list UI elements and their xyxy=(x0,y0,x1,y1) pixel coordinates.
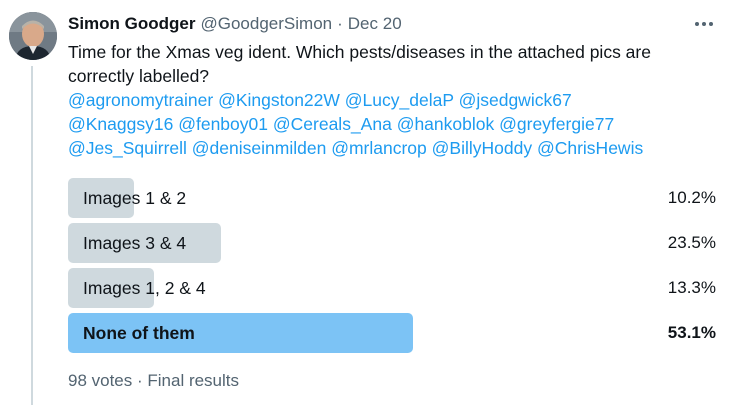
poll-option-label: Images 3 & 4 xyxy=(83,233,187,253)
mention-link[interactable]: @agronomytrainer xyxy=(68,90,213,110)
mention-link[interactable]: @Cereals_Ana xyxy=(273,114,392,134)
poll-option-percent: 23.5% xyxy=(667,233,716,252)
thread-line xyxy=(31,66,33,405)
poll-option-percent: 10.2% xyxy=(667,188,716,207)
mention-link[interactable]: @BillyHoddy xyxy=(432,138,532,158)
poll-option-percent: 53.1% xyxy=(667,323,716,342)
mention-link[interactable]: @hankoblok xyxy=(397,114,495,134)
tweet-header: Simon Goodger @GoodgerSimon · Dec 20 xyxy=(68,13,402,35)
mention-link[interactable]: @Kingston22W xyxy=(218,90,340,110)
poll-option-label: Images 1 & 2 xyxy=(83,188,187,208)
mention-line: @agronomytrainer @Kingston22W @Lucy_dela… xyxy=(68,88,718,112)
mention-link[interactable]: @Lucy_delaP xyxy=(345,90,454,110)
tweet-date[interactable]: Dec 20 xyxy=(348,14,402,34)
poll-option-winner[interactable]: None of them 53.1% xyxy=(68,313,718,353)
mention-link[interactable]: @jsedgwick67 xyxy=(459,90,572,110)
mention-link[interactable]: @Jes_Squirrell xyxy=(68,138,187,158)
author-handle[interactable]: @GoodgerSimon xyxy=(201,14,333,34)
poll-option[interactable]: Images 3 & 4 23.5% xyxy=(68,223,718,263)
mention-link[interactable]: @ChrisHewis xyxy=(537,138,643,158)
poll-footer: 98 votes · Final results xyxy=(68,371,240,390)
avatar-photo xyxy=(9,12,57,60)
poll: Images 1 & 2 10.2% Images 3 & 4 23.5% Im… xyxy=(68,178,718,358)
avatar[interactable] xyxy=(9,12,57,60)
mention-line: @Jes_Squirrell @deniseinmilden @mrlancro… xyxy=(68,136,718,160)
header-separator: · xyxy=(337,14,343,33)
mention-line: @Knaggsy16 @fenboy01 @Cereals_Ana @hanko… xyxy=(68,112,718,136)
tweet-text-line: correctly labelled? xyxy=(68,66,210,86)
more-options-button[interactable] xyxy=(690,12,718,36)
mention-link[interactable]: @Knaggsy16 xyxy=(68,114,173,134)
poll-option-label: None of them xyxy=(83,323,195,343)
tweet[interactable]: Simon Goodger @GoodgerSimon · Dec 20 Tim… xyxy=(0,0,732,405)
poll-option-label: Images 1, 2 & 4 xyxy=(83,278,206,298)
mention-link[interactable]: @deniseinmilden xyxy=(192,138,327,158)
poll-option[interactable]: Images 1 & 2 10.2% xyxy=(68,178,718,218)
poll-option-percent: 13.3% xyxy=(667,278,716,297)
tweet-text-line: Time for the Xmas veg ident. Which pests… xyxy=(68,42,651,62)
mention-link[interactable]: @mrlancrop xyxy=(331,138,427,158)
tweet-text: Time for the Xmas veg ident. Which pests… xyxy=(68,40,718,160)
mention-link[interactable]: @fenboy01 xyxy=(178,114,268,134)
more-horizontal-icon xyxy=(695,22,713,26)
poll-option[interactable]: Images 1, 2 & 4 13.3% xyxy=(68,268,718,308)
author-display-name[interactable]: Simon Goodger xyxy=(68,14,196,34)
mention-link[interactable]: @greyfergie77 xyxy=(499,114,614,134)
